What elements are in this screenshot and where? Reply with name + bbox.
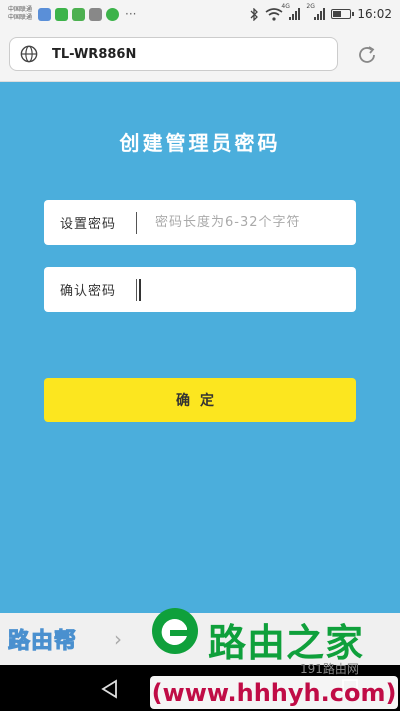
watermark-name: 路由之家 <box>208 621 365 665</box>
battery-icon <box>331 9 355 19</box>
browser-toolbar: TL-WR886N <box>0 28 400 82</box>
field-divider <box>136 278 137 301</box>
carrier-info: 中国联通 中国联通 <box>8 6 32 22</box>
notification-icons: ··· <box>38 7 137 21</box>
carrier-label-1: 中国联通 <box>8 6 33 13</box>
message-icon <box>38 7 52 21</box>
watermark-logo-icon <box>152 608 198 654</box>
more-notifications-icon: ··· <box>125 7 137 21</box>
signal-2g-icon: 2G <box>306 3 326 20</box>
clock: 16:02 <box>357 7 392 21</box>
chevron-right-icon[interactable]: › <box>114 627 122 651</box>
globe-icon <box>20 45 38 63</box>
bluetooth-icon <box>250 7 259 21</box>
gallery-icon <box>89 7 103 21</box>
status-bar: 中国联通 中国联通 ··· 4G 2G 16:02 <box>0 0 400 28</box>
signal-4g-icon: 4G <box>281 3 301 20</box>
carrier-label-2: 中国联通 <box>8 14 33 21</box>
confirm-password-label: 确认密码 <box>60 284 117 299</box>
back-icon[interactable] <box>100 679 120 699</box>
signal-4g-label: 4G <box>281 3 290 10</box>
url-text[interactable]: TL-WR886N <box>52 47 136 62</box>
wechat-icon <box>55 7 69 21</box>
watermark-url: (www.hhhyh.com) <box>150 676 398 709</box>
address-bar[interactable]: TL-WR886N <box>9 37 338 71</box>
password-field: 设置密码 <box>44 200 356 245</box>
password-input[interactable] <box>137 200 356 245</box>
brand-logo: 路由帮 <box>7 629 78 655</box>
chart-app-icon <box>72 7 86 21</box>
confirm-password-field: 确认密码 <box>44 267 356 312</box>
signal-2g-label: 2G <box>306 3 315 10</box>
wifi-app-icon <box>106 7 120 21</box>
confirm-password-input[interactable] <box>140 267 356 312</box>
confirm-button[interactable]: 确定 <box>44 378 356 422</box>
password-label: 设置密码 <box>60 217 117 232</box>
refresh-icon[interactable] <box>356 44 378 66</box>
watermark-subtitle: 191路由网 <box>300 662 359 676</box>
page-title: 创建管理员密码 <box>119 131 281 155</box>
